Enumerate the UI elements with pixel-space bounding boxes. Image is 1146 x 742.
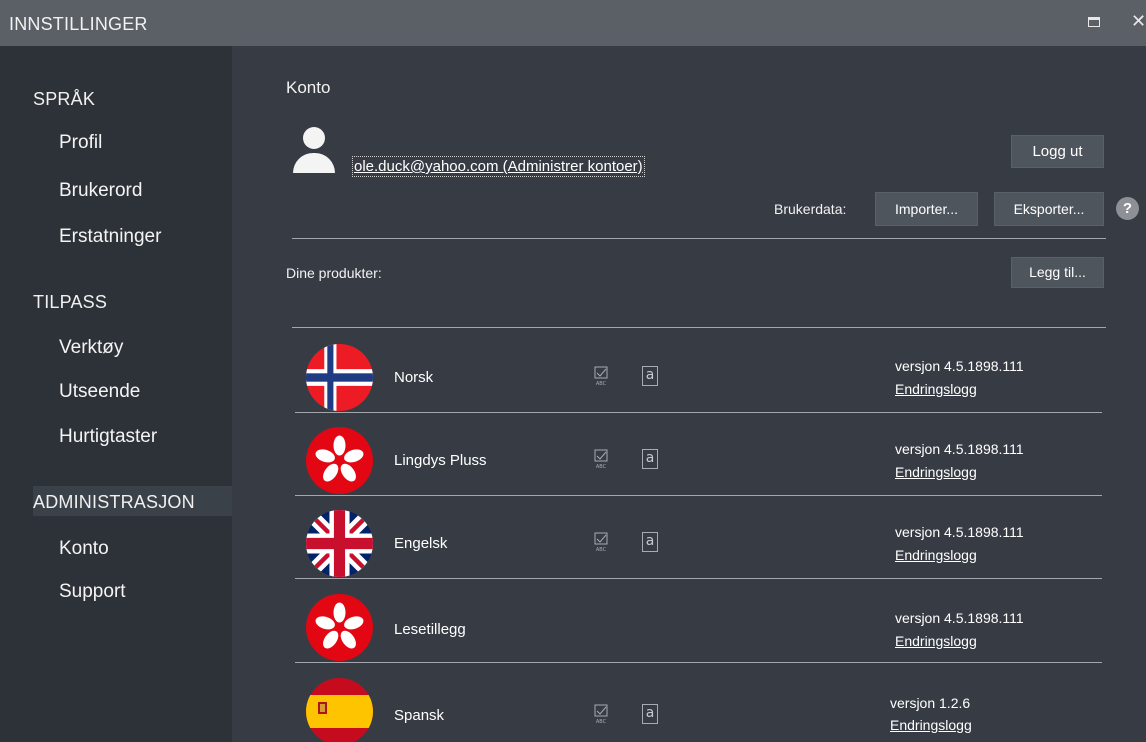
product-version: versjon 4.5.1898.111 (895, 358, 1024, 374)
changelog-link[interactable]: Endringslogg (895, 464, 977, 480)
spellcheck-icon[interactable]: ABC (592, 704, 610, 724)
userdata-label: Brukerdata: (774, 201, 847, 217)
divider (295, 662, 1102, 663)
sidebar-item-verktoy[interactable]: Verktøy (59, 337, 123, 359)
svg-text:ABC: ABC (596, 464, 607, 469)
lingdys-logo-icon (306, 594, 373, 661)
dictionary-icon[interactable]: a (642, 704, 658, 724)
products-heading: Dine produkter: (286, 265, 382, 281)
divider (292, 327, 1106, 328)
changelog-link[interactable]: Endringslogg (890, 717, 972, 733)
changelog-link[interactable]: Endringslogg (895, 633, 977, 649)
changelog-link[interactable]: Endringslogg (895, 381, 977, 397)
product-name: Engelsk (394, 535, 448, 552)
spain-flag-icon (306, 678, 373, 742)
close-icon[interactable]: ✕ (1131, 12, 1146, 30)
manage-accounts-link[interactable]: ole.duck@yahoo.com (Administrer kontoer) (352, 156, 645, 177)
divider (295, 495, 1102, 496)
sidebar-item-konto[interactable]: Konto (59, 538, 109, 560)
product-row-spansk: Spansk ABC a versjon 1.2.6 Endringslogg (292, 665, 1102, 742)
window-title: INNSTILLINGER (9, 14, 148, 34)
product-version: versjon 4.5.1898.111 (895, 441, 1024, 457)
product-version: versjon 4.5.1898.111 (895, 524, 1024, 540)
product-version: versjon 1.2.6 (890, 695, 971, 711)
product-row-lesetillegg: Lesetillegg versjon 4.5.1898.111 Endring… (292, 581, 1102, 663)
sidebar-item-utseende[interactable]: Utseende (59, 381, 140, 403)
product-name: Spansk (394, 707, 445, 724)
sidebar-item-hurtigtaster[interactable]: Hurtigtaster (59, 426, 157, 448)
svg-text:ABC: ABC (596, 381, 607, 386)
page-title: Konto (286, 78, 331, 97)
dictionary-icon[interactable]: a (642, 366, 658, 386)
user-avatar-icon (291, 127, 337, 173)
help-icon[interactable]: ? (1116, 197, 1139, 220)
divider (295, 412, 1102, 413)
sidebar-heading-sprak: SPRÅK (33, 89, 96, 109)
export-button[interactable]: Eksporter... (994, 192, 1104, 226)
sidebar-item-support[interactable]: Support (59, 581, 126, 603)
sidebar-heading-tilpass: TILPASS (33, 292, 108, 312)
spellcheck-icon[interactable]: ABC (592, 532, 610, 552)
dictionary-icon[interactable]: a (642, 532, 658, 552)
product-name: Norsk (394, 369, 434, 386)
product-version: versjon 4.5.1898.111 (895, 610, 1024, 626)
product-name: Lesetillegg (394, 621, 466, 638)
spellcheck-icon[interactable]: ABC (592, 366, 610, 386)
title-bar: INNSTILLINGER ✕ (0, 0, 1146, 46)
sidebar-item-brukerord[interactable]: Brukerord (59, 180, 142, 202)
svg-text:ABC: ABC (596, 719, 607, 724)
sidebar-heading-administrasjon: ADMINISTRASJON (33, 492, 195, 512)
logout-button[interactable]: Logg ut (1011, 135, 1104, 168)
sidebar-item-erstatninger[interactable]: Erstatninger (59, 226, 161, 248)
divider (295, 578, 1102, 579)
product-name: Lingdys Pluss (394, 452, 487, 469)
maximize-icon[interactable] (1088, 17, 1100, 27)
divider (292, 238, 1106, 239)
import-button[interactable]: Importer... (875, 192, 978, 226)
norway-flag-icon (306, 344, 373, 411)
sidebar-item-profil[interactable]: Profil (59, 132, 102, 154)
product-row-norsk: Norsk ABC a versjon 4.5.1898.111 Endring… (292, 331, 1102, 413)
add-product-button[interactable]: Legg til... (1011, 257, 1104, 288)
product-row-lingdys-pluss: Lingdys Pluss ABC a versjon 4.5.1898.111… (292, 414, 1102, 496)
product-row-engelsk: Engelsk ABC a versjon 4.5.1898.111 Endri… (292, 497, 1102, 579)
dictionary-icon[interactable]: a (642, 449, 658, 469)
changelog-link[interactable]: Endringslogg (895, 547, 977, 563)
svg-text:ABC: ABC (596, 547, 607, 552)
uk-flag-icon (306, 510, 373, 577)
spellcheck-icon[interactable]: ABC (592, 449, 610, 469)
lingdys-logo-icon (306, 427, 373, 494)
